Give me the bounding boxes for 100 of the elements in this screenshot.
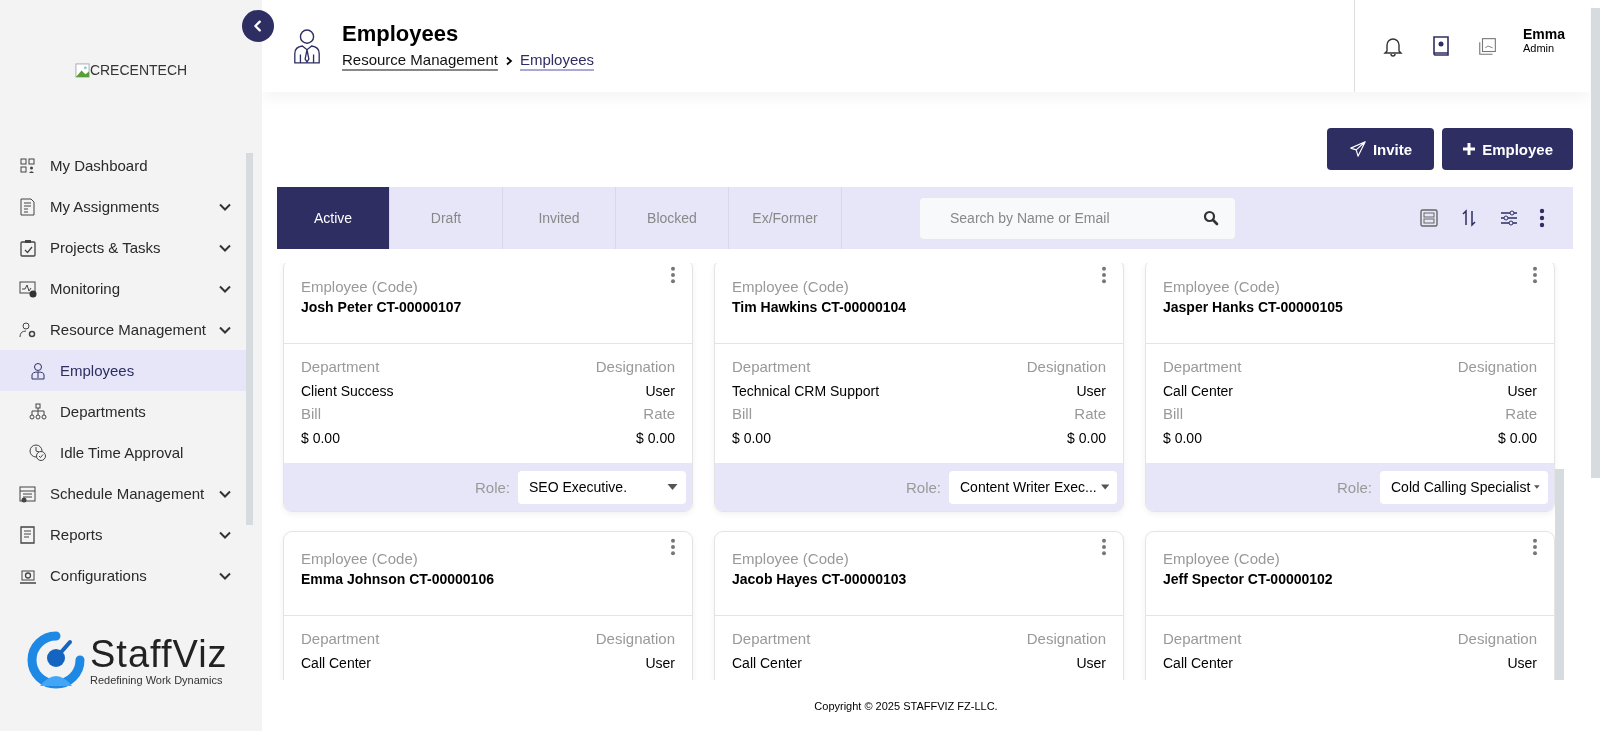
dropdown-caret-icon	[1534, 484, 1540, 490]
plus-icon	[1462, 142, 1477, 156]
field-label: Rate	[1505, 405, 1537, 422]
role-label: Role:	[1336, 478, 1372, 496]
field-label: Bill	[301, 405, 321, 422]
scrollbar[interactable]	[245, 153, 253, 525]
clock-check-icon	[28, 442, 48, 463]
menu-item[interactable]: Resource Management	[0, 309, 246, 350]
submenu-item[interactable]: Employees	[0, 350, 246, 391]
field-label: Employee (Code)	[732, 550, 850, 567]
role-label: Role:	[905, 478, 941, 496]
field-value: User	[1076, 655, 1106, 671]
dropdown-caret-icon	[667, 484, 678, 490]
submenu-item[interactable]: Departments	[0, 391, 246, 432]
field-label: Bill	[732, 405, 752, 422]
field-label: Department	[1163, 358, 1242, 375]
invite-button[interactable]: Invite	[1326, 128, 1435, 170]
submenu-item[interactable]: Idle Time Approval	[0, 432, 246, 473]
field-value: $ 0.00	[301, 430, 340, 446]
more-options-icon[interactable]	[670, 266, 676, 284]
employee-name: Jeff Spector CT-00000102	[1163, 571, 1334, 587]
page-scrollbar[interactable]	[1591, 8, 1600, 478]
employee-name: Emma Johnson CT-00000106	[301, 571, 495, 587]
field-label: Department	[732, 358, 811, 375]
list-view-icon[interactable]	[1419, 208, 1439, 228]
dropdown-caret-icon	[1100, 484, 1109, 490]
field-value: User	[645, 655, 675, 671]
report-document-icon	[18, 524, 38, 545]
search-icon[interactable]	[1203, 209, 1219, 226]
field-value: Technical CRM Support	[732, 383, 880, 399]
company-logo: CRECENTECH	[74, 62, 188, 78]
field-label: Bill	[1163, 405, 1183, 422]
page-title: Employees	[342, 21, 460, 47]
more-options-icon[interactable]	[1532, 266, 1538, 284]
employee-name: Jacob Hayes CT-00000103	[732, 571, 908, 587]
field-value: $ 0.00	[1163, 430, 1202, 446]
field-value: User	[1507, 383, 1537, 399]
field-label: Designation	[1026, 630, 1106, 647]
brand-name: StaffViz	[90, 634, 228, 674]
breadcrumb-link[interactable]: Employees	[519, 51, 595, 71]
copyright-text: Copyright © 2025 STAFFVIZ FZ-LLC.	[814, 699, 998, 712]
field-value: Call Center	[1163, 655, 1234, 671]
field-label: Department	[301, 630, 380, 647]
field-value: $ 0.00	[1498, 430, 1537, 446]
field-label: Department	[732, 630, 811, 647]
user-role: Admin	[1523, 42, 1556, 54]
paper-plane-icon	[1348, 140, 1367, 158]
field-value: $ 0.00	[732, 430, 771, 446]
filter-sliders-icon[interactable]	[1499, 208, 1519, 228]
monitor-pulse-icon	[18, 278, 38, 299]
menu-item[interactable]: Monitoring	[0, 268, 246, 309]
field-value: User	[1076, 383, 1106, 399]
more-options-icon[interactable]	[1532, 538, 1538, 556]
calendar-gear-icon	[18, 483, 38, 504]
search-field[interactable]: Search by Name or Email	[920, 197, 1235, 239]
menu-item[interactable]: My Assignments	[0, 186, 246, 227]
document-checklist-icon	[18, 196, 38, 217]
field-value: User	[645, 383, 675, 399]
more-options-icon[interactable]	[1101, 266, 1107, 284]
role-label: Role:	[474, 478, 510, 496]
field-value: Call Center	[1163, 383, 1234, 399]
employee-name: Tim Hawkins CT-00000104	[732, 299, 908, 315]
menu-item[interactable]: My Dashboard	[0, 145, 246, 186]
menu-item[interactable]: Projects & Tasks	[0, 227, 246, 268]
field-label: Designation	[595, 630, 675, 647]
collapse-button[interactable]	[242, 10, 274, 42]
add-employee-button[interactable]: Employee	[1442, 128, 1573, 170]
field-value: Client Success	[301, 383, 394, 399]
menu-item[interactable]: Reports	[0, 514, 246, 555]
status-tab[interactable]: Active	[277, 187, 390, 249]
role-dropdown[interactable]: Cold Calling Specialist	[1380, 470, 1548, 504]
field-label: Designation	[1026, 358, 1106, 375]
field-value: Call Center	[732, 655, 803, 671]
more-options-icon[interactable]	[670, 538, 676, 556]
brand-tagline: Redefining Work Dynamics	[90, 674, 224, 686]
user-gear-icon	[18, 319, 38, 340]
field-label: Designation	[1457, 358, 1537, 375]
employee-icon	[292, 27, 322, 65]
brand-logo-icon	[26, 630, 86, 690]
field-value: User	[1507, 655, 1537, 671]
field-label: Employee (Code)	[732, 278, 850, 295]
broken-image-icon	[74, 62, 90, 78]
more-options-icon[interactable]	[1539, 208, 1545, 228]
role-dropdown[interactable]: Content Writer Exec...	[949, 470, 1117, 504]
image-icon[interactable]	[1477, 35, 1499, 57]
menu-item[interactable]: Schedule Management	[0, 473, 246, 514]
scrollbar[interactable]	[1555, 469, 1564, 680]
role-dropdown[interactable]: SEO Executive.	[518, 470, 686, 504]
field-label: Department	[1163, 630, 1242, 647]
employee-icon	[28, 360, 48, 381]
clipboard-check-icon	[18, 237, 38, 258]
field-label: Employee (Code)	[301, 550, 419, 567]
field-value: $ 0.00	[1067, 430, 1106, 446]
employee-name: Jasper Hanks CT-00000105	[1163, 299, 1344, 315]
org-chart-icon	[28, 401, 48, 422]
user-name: Emma	[1523, 26, 1566, 42]
menu-item[interactable]: Configurations	[0, 555, 246, 596]
breadcrumb-link[interactable]: Resource Management	[342, 51, 498, 71]
field-label: Rate	[1074, 405, 1106, 422]
more-options-icon[interactable]	[1101, 538, 1107, 556]
